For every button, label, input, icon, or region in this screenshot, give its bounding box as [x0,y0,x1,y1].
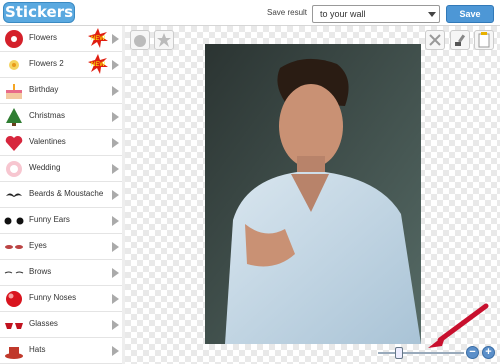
brush-icon[interactable] [450,30,470,50]
app-logo: Stickers [3,2,75,23]
sidebar-item-flowers-2[interactable]: Flowers 2 NEW [0,52,122,78]
new-badge-icon: NEW [88,28,108,48]
chevron-right-icon [112,34,119,44]
sidebar-item-beards-moustache[interactable]: Beards & Moustache [0,182,122,208]
chevron-right-icon [112,268,119,278]
save-result-label: Save result [267,8,308,17]
flower2-icon [3,55,25,75]
sidebar-item-valentines[interactable]: Valentines [0,130,122,156]
delete-icon[interactable] [425,30,445,50]
sidebar-item-christmas[interactable]: Christmas [0,104,122,130]
eyes-icon [3,237,25,257]
uploaded-photo[interactable] [205,44,421,344]
zoom-out-button[interactable]: − [466,346,479,359]
sidebar-item-label: Birthday [29,85,59,94]
sidebar-item-flowers[interactable]: Flowers NEW [0,26,122,52]
glasses-icon [3,315,25,335]
zoom-slider-handle[interactable] [395,347,403,359]
sidebar-item-label: Funny Ears [29,215,70,224]
sidebar-item-funny-ears[interactable]: Funny Ears [0,208,122,234]
chevron-right-icon [112,216,119,226]
hat-icon [3,341,25,361]
sidebar-item-label: Flowers 2 [29,59,64,68]
tree-icon [3,107,25,127]
chevron-right-icon [112,320,119,330]
destination-select[interactable]: to your wall [312,5,440,23]
cake-icon [3,81,25,101]
new-badge-icon: NEW [88,54,108,74]
chevron-right-icon [112,346,119,356]
sidebar-item-funny-noses[interactable]: Funny Noses [0,286,122,312]
sidebar-item-wedding[interactable]: Wedding [0,156,122,182]
svg-text:NEW: NEW [91,62,105,68]
chevron-right-icon [112,294,119,304]
chevron-right-icon [112,242,119,252]
sidebar-item-brows[interactable]: Brows [0,260,122,286]
sidebar-item-label: Brows [29,267,52,276]
top-bar: Stickers Save result to your wall Save [0,0,500,26]
sidebar-item-glasses[interactable]: Glasses [0,312,122,338]
sidebar-item-label: Glasses [29,319,58,328]
sidebar-item-eyes[interactable]: Eyes [0,234,122,260]
chevron-right-icon [112,190,119,200]
chevron-right-icon [112,112,119,122]
chevron-right-icon [112,138,119,148]
sidebar-item-label: Valentines [29,137,66,146]
sidebar-item-label: Wedding [29,163,61,172]
chevron-right-icon [112,60,119,70]
svg-text:NEW: NEW [91,36,105,42]
sidebar-item-label: Funny Noses [29,293,77,302]
nose-icon [3,289,25,309]
sidebar-item-birthday[interactable]: Birthday [0,78,122,104]
sidebar-item-label: Flowers [29,33,58,42]
star-tool-icon[interactable] [154,30,174,50]
sidebar-item-label: Beards & Moustache [29,189,104,198]
destination-select-value: to your wall [320,9,366,19]
sidebar-item-label: Christmas [29,111,66,120]
sidebar-item-hats[interactable]: Hats [0,338,122,364]
chevron-right-icon [112,86,119,96]
sidebar-item-label: Hats [29,345,46,354]
moustache-icon [3,185,25,205]
zoom-slider-track[interactable] [378,352,464,354]
heart-icon [3,133,25,153]
zoom-in-button[interactable]: + [482,346,495,359]
wedding-icon [3,159,25,179]
save-button[interactable]: Save [446,5,494,23]
zoom-control: − + [378,344,498,362]
chevron-down-icon [428,12,436,17]
flower-icon [3,29,25,49]
paste-icon[interactable] [474,30,494,50]
ears-icon [3,211,25,231]
brows-icon [3,263,25,283]
chevron-right-icon [112,164,119,174]
sticker-category-list: Flowers NEW Flowers 2 NEW Birthday Chris… [0,26,124,364]
sticker-tool-icon[interactable] [130,30,150,50]
sidebar-item-label: Eyes [29,241,47,250]
